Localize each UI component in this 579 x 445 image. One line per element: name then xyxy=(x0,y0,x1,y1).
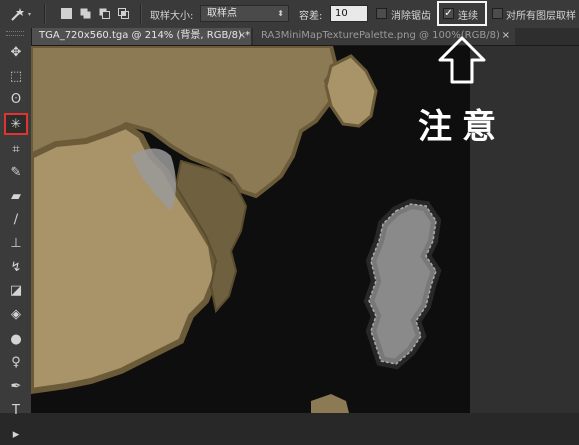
crop-tool[interactable]: ⌗ xyxy=(4,138,28,160)
anti-alias-label: 消除锯齿 xyxy=(391,11,431,22)
bucket-icon: ◈ xyxy=(11,306,21,322)
sample-size-label: 取样大小: xyxy=(150,11,194,22)
paint-bucket-tool[interactable]: ◈ xyxy=(4,303,28,325)
add-selection-icon xyxy=(80,8,91,19)
tool-preset-picker[interactable] xyxy=(6,5,36,23)
sample-all-layers-label: 对所有图层取样 xyxy=(506,11,576,22)
blur-tool[interactable]: ● xyxy=(4,328,28,350)
path-select-icon: ▸ xyxy=(12,426,20,442)
eyedropper-tool[interactable]: ✎ xyxy=(4,161,28,183)
up-arrow-annotation xyxy=(438,36,486,84)
new-selection-icon xyxy=(61,8,72,19)
intersect-selection-icon xyxy=(118,8,129,19)
path-selection-tool[interactable]: ▸ xyxy=(4,423,28,445)
dodge-tool[interactable]: ♀ xyxy=(4,351,28,373)
eraser-tool[interactable]: ◪ xyxy=(4,279,28,301)
subtract-selection-icon xyxy=(99,8,110,19)
type-tool[interactable]: T xyxy=(4,399,28,421)
magic-wand-icon xyxy=(11,8,31,21)
pen-tool[interactable]: ✒ xyxy=(4,375,28,397)
annotation-text: 注意 xyxy=(418,107,506,147)
divider xyxy=(44,4,46,24)
pen-icon: ✒ xyxy=(10,378,22,394)
drop-icon: ● xyxy=(10,331,22,347)
tab-tga-document[interactable]: TGA_720x560.tga @ 214% (背景, RGB/8) * × xyxy=(31,28,251,45)
marquee-tool[interactable]: ⬚ xyxy=(4,65,28,87)
type-icon: T xyxy=(12,402,20,418)
brush-tool[interactable]: ∕ xyxy=(4,208,28,230)
dodge-icon: ♀ xyxy=(11,354,21,370)
contiguous-label: 连续 xyxy=(458,11,478,22)
rect-marquee-icon: ⬚ xyxy=(9,68,23,84)
eyedropper-icon: ✎ xyxy=(10,164,22,180)
bandage-icon: ▰ xyxy=(11,188,21,204)
magic-wand-tool[interactable]: ✳ xyxy=(4,113,28,135)
tolerance-label: 容差: xyxy=(299,11,323,22)
move-icon: ✥ xyxy=(10,44,22,60)
move-tool[interactable]: ✥ xyxy=(4,41,28,63)
dropdown-arrow-icon: ⬍ xyxy=(277,9,284,18)
contiguous-checkbox[interactable]: ✓ xyxy=(443,8,454,19)
close-tab-button[interactable]: × xyxy=(502,28,510,44)
add-selection-button[interactable] xyxy=(79,7,92,20)
clone-stamp-tool[interactable]: ⊥ xyxy=(4,232,28,254)
intersect-selection-button[interactable] xyxy=(117,7,130,20)
options-bar: 取样大小: 取样点 ⬍ 容差: 10 消除锯齿 ✓ 连续 对所有图层取样 xyxy=(0,0,579,29)
crop-icon: ⌗ xyxy=(12,141,20,157)
tools-panel: ✥ ⬚ ʘ ✳ ⌗ ✎ ▰ ∕ ⊥ ↯ ◪ ◈ ● ♀ ✒ T ▸ xyxy=(0,28,32,442)
tab-label: TGA_720x560.tga @ 214% (背景, RGB/8) * xyxy=(39,30,251,41)
brush-icon: ∕ xyxy=(13,211,19,227)
eraser-icon: ◪ xyxy=(9,282,23,298)
close-tab-button[interactable]: × xyxy=(238,28,246,44)
stamp-icon: ⊥ xyxy=(10,235,22,251)
subtract-selection-button[interactable] xyxy=(98,7,111,20)
sample-all-layers-checkbox[interactable] xyxy=(492,8,503,19)
lasso-tool[interactable]: ʘ xyxy=(4,88,28,110)
history-brush-tool[interactable]: ↯ xyxy=(4,256,28,278)
new-selection-button[interactable] xyxy=(60,7,73,20)
document-tab-bar: TGA_720x560.tga @ 214% (背景, RGB/8) * × R… xyxy=(31,28,579,46)
lasso-icon: ʘ xyxy=(10,91,22,107)
sample-size-dropdown[interactable]: 取样点 ⬍ xyxy=(200,5,289,22)
healing-brush-tool[interactable]: ▰ xyxy=(4,185,28,207)
history-brush-icon: ↯ xyxy=(10,259,22,275)
anti-alias-checkbox[interactable] xyxy=(376,8,387,19)
tolerance-input[interactable]: 10 xyxy=(330,5,368,22)
panel-grip[interactable] xyxy=(6,31,24,36)
divider xyxy=(140,4,142,24)
sample-size-value: 取样点 xyxy=(207,8,237,19)
magic-wand-icon: ✳ xyxy=(10,116,22,132)
